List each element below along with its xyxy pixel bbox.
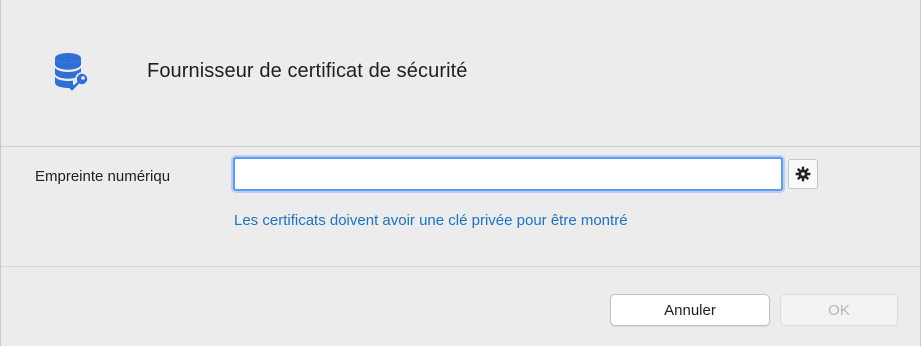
gear-icon: [795, 166, 811, 182]
certificate-settings-button[interactable]: [788, 159, 818, 189]
thumbprint-input[interactable]: [233, 157, 783, 191]
cancel-button[interactable]: Annuler: [610, 294, 770, 326]
thumbprint-label: Empreinte numériqu: [35, 168, 171, 185]
dialog-title: Fournisseur de certificat de sécurité: [147, 60, 468, 82]
ok-button[interactable]: OK: [780, 294, 898, 326]
private-key-hint: Les certificats doivent avoir une clé pr…: [234, 212, 628, 229]
thumbprint-form: Empreinte numériqu Les certificats doive…: [1, 147, 920, 267]
database-key-icon: [54, 53, 89, 91]
certificate-provider-dialog: Fournisseur de certificat de sécurité Em…: [0, 0, 921, 346]
dialog-header: Fournisseur de certificat de sécurité: [1, 0, 920, 147]
dialog-footer: Annuler OK: [1, 267, 920, 346]
